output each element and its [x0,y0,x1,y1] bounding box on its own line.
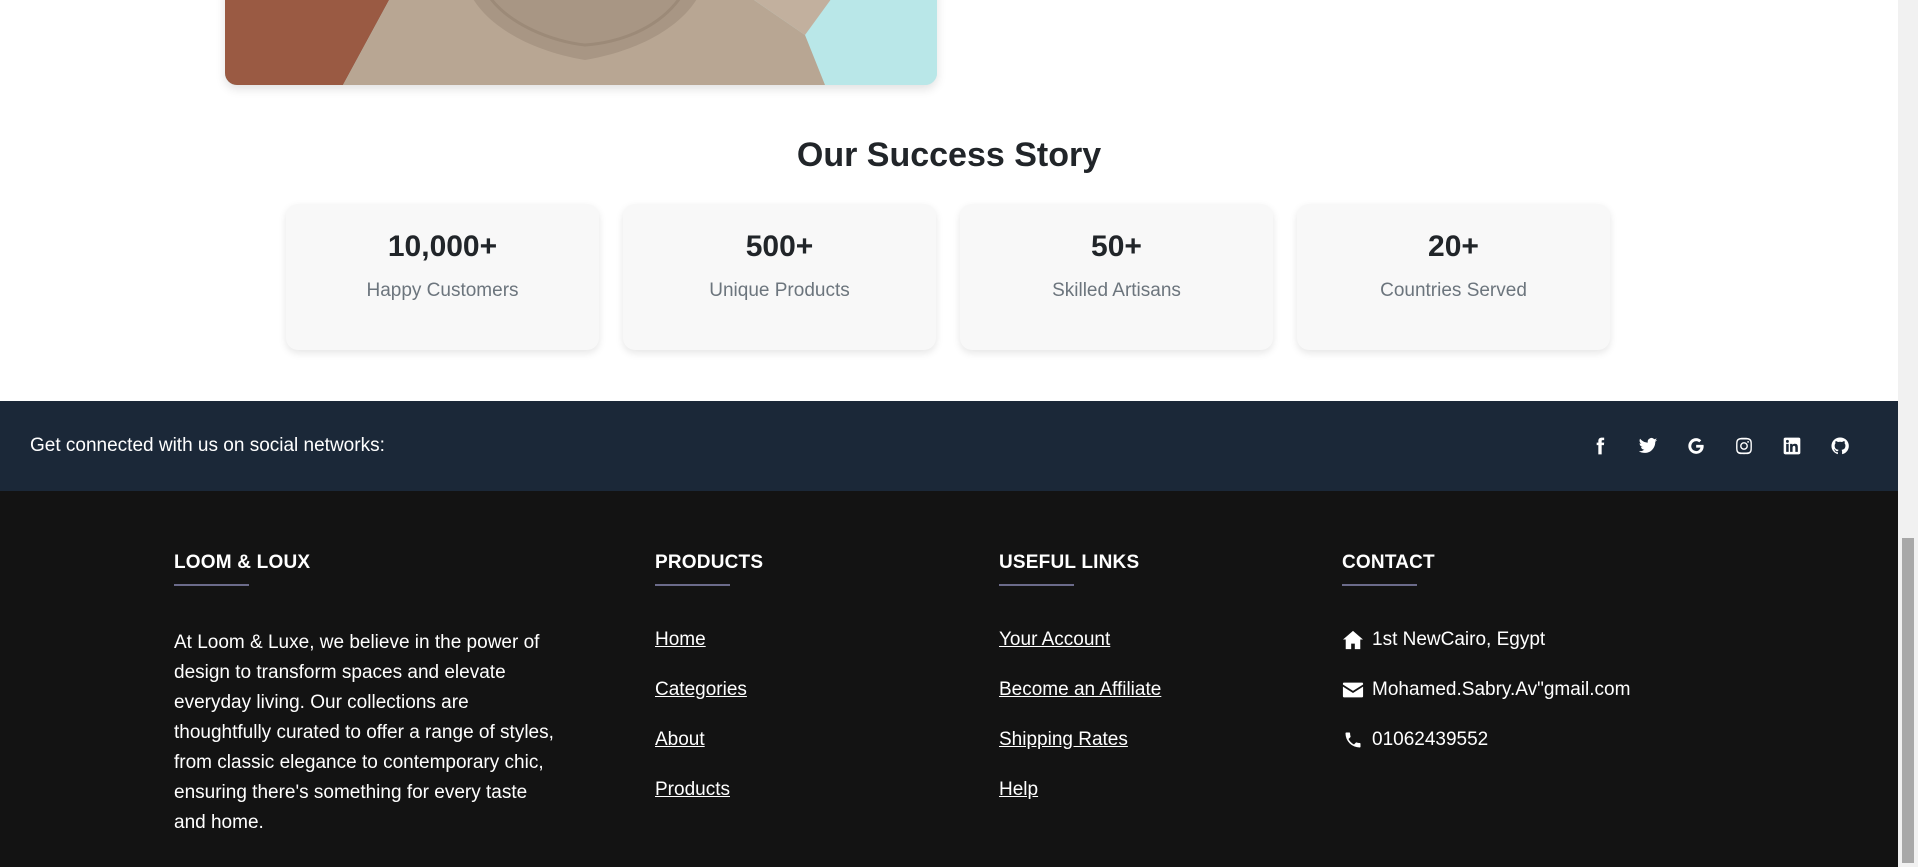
stat-label: Skilled Artisans [1052,280,1181,301]
footer-brand-title: LOOM & LOUX [174,552,311,573]
useful-links: Your Account Become an Affiliate Shippin… [999,628,1161,802]
footer-link-categories[interactable]: Categories [655,678,763,702]
heading-underline [1342,584,1417,586]
contact-address-text: 1st NewCairo, Egypt [1372,629,1546,650]
stats-row: 10,000+ Happy Customers 500+ Unique Prod… [286,204,1610,350]
phone-icon [1345,732,1361,748]
stat-card-products: 500+ Unique Products [623,204,936,350]
github-icon[interactable] [1829,435,1851,457]
home-icon [1343,630,1363,650]
footer: LOOM & LOUX At Loom & Luxe, we believe i… [0,491,1898,867]
stat-label: Unique Products [709,280,850,301]
footer-contact-title: CONTACT [1342,552,1435,573]
footer-link-help[interactable]: Help [999,778,1161,802]
instagram-icon[interactable] [1733,435,1755,457]
contact-phone: 01062439552 [1342,728,1630,752]
linkedin-icon[interactable] [1781,435,1803,457]
google-icon[interactable] [1685,435,1707,457]
heading-underline [174,584,249,586]
heading-underline [999,584,1074,586]
footer-useful-links-title: USEFUL LINKS [999,552,1140,573]
page-scrollbar[interactable] [1898,0,1918,867]
stat-label: Happy Customers [366,280,519,301]
envelope-icon [1342,682,1364,698]
footer-useful-links-column: USEFUL LINKS Your Account Become an Affi… [999,552,1161,828]
stat-card-artisans: 50+ Skilled Artisans [960,204,1273,350]
footer-link-home[interactable]: Home [655,628,763,652]
footer-brand-column: LOOM & LOUX At Loom & Luxe, we believe i… [174,552,554,838]
products-links: Home Categories About Products [655,628,763,802]
social-bar: Get connected with us on social networks… [0,401,1898,491]
footer-link-shipping-rates[interactable]: Shipping Rates [999,728,1161,752]
stat-value: 50+ [1091,230,1142,263]
stat-value: 500+ [745,230,814,263]
heading-underline [655,584,730,586]
stat-card-countries: 20+ Countries Served [1297,204,1610,350]
footer-brand-description: At Loom & Luxe, we believe in the power … [174,632,554,833]
stat-value: 20+ [1428,230,1479,263]
stat-value: 10,000+ [387,230,498,263]
stat-label: Countries Served [1380,280,1527,301]
scrollbar-thumb[interactable] [1902,538,1914,863]
social-bar-text: Get connected with us on social networks… [30,435,385,456]
hero-product-image [225,0,937,85]
contact-email-text: Mohamed.Sabry.Av"gmail.com [1372,679,1631,700]
footer-link-affiliate[interactable]: Become an Affiliate [999,678,1161,702]
footer-contact-column: CONTACT 1st NewCairo, Egypt Mohamed.Sabr… [1342,552,1630,778]
contact-email: Mohamed.Sabry.Av"gmail.com [1342,678,1630,702]
footer-products-column: PRODUCTS Home Categories About Products [655,552,763,828]
footer-link-your-account[interactable]: Your Account [999,628,1161,652]
footer-link-about[interactable]: About [655,728,763,752]
footer-link-products[interactable]: Products [655,778,763,802]
contact-phone-text: 01062439552 [1372,729,1489,750]
contact-address: 1st NewCairo, Egypt [1342,628,1630,652]
success-story-title: Our Success Story [796,136,1102,174]
twitter-icon[interactable] [1637,435,1659,457]
stat-card-customers: 10,000+ Happy Customers [286,204,599,350]
social-icons [1589,435,1851,457]
footer-products-title: PRODUCTS [655,552,764,573]
facebook-icon[interactable] [1589,435,1611,457]
